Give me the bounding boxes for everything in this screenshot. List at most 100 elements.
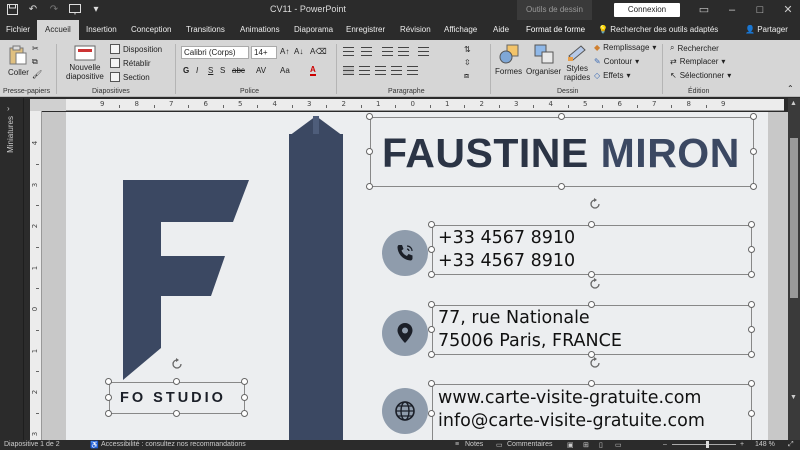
smartart-icon[interactable]: ⧈	[464, 71, 469, 81]
redo-icon[interactable]: ↷	[48, 3, 60, 15]
tab-shape-format[interactable]: Format de forme	[526, 20, 585, 40]
resize-handle[interactable]	[241, 394, 248, 401]
arrange-button[interactable]: Organiser	[526, 44, 561, 76]
normal-view-icon[interactable]: ▣	[567, 441, 574, 449]
font-name-combo[interactable]: Calibri (Corps)	[181, 46, 249, 59]
vertical-scrollbar[interactable]: ▲ ▼	[788, 98, 800, 440]
section-button[interactable]: Section	[110, 72, 150, 82]
tab-transitions[interactable]: Transitions	[186, 20, 225, 40]
accessibility-status[interactable]: Accessibilité : consultez nos recommanda…	[101, 441, 246, 448]
increase-font-icon[interactable]: A↑	[280, 47, 289, 56]
tower-shape[interactable]	[289, 134, 343, 440]
decrease-indent-icon[interactable]	[382, 47, 393, 56]
resize-handle[interactable]	[558, 113, 565, 120]
expand-pane-icon[interactable]: ›	[7, 104, 10, 113]
resize-handle[interactable]	[428, 301, 435, 308]
font-size-combo[interactable]: 14+	[251, 46, 277, 59]
resize-handle[interactable]	[588, 221, 595, 228]
line-spacing-icon[interactable]	[418, 47, 429, 56]
resize-handle[interactable]	[105, 378, 112, 385]
resize-handle[interactable]	[241, 410, 248, 417]
increase-indent-icon[interactable]	[398, 47, 409, 56]
bullets-icon[interactable]	[343, 47, 354, 56]
tab-view[interactable]: Affichage	[444, 20, 477, 40]
rotate-handle-icon[interactable]	[589, 357, 601, 369]
format-painter-icon[interactable]: 🖌	[32, 70, 42, 79]
tab-slideshow[interactable]: Diaporama	[294, 20, 333, 40]
collapse-ribbon-icon[interactable]: ⌃	[787, 84, 794, 93]
close-icon[interactable]: ✕	[774, 0, 800, 20]
resize-handle[interactable]	[428, 246, 435, 253]
strikethrough-button[interactable]: abc	[232, 66, 245, 75]
start-slideshow-icon[interactable]	[69, 3, 81, 15]
customize-toolbar-icon[interactable]: ▾	[90, 3, 102, 15]
resize-handle[interactable]	[428, 351, 435, 358]
justify-icon[interactable]	[391, 66, 402, 75]
tab-design[interactable]: Conception	[131, 20, 171, 40]
replace-button[interactable]: ⇄ Remplacer ▾	[670, 57, 725, 66]
resize-handle[interactable]	[173, 410, 180, 417]
tab-insert[interactable]: Insertion	[86, 20, 117, 40]
notes-button[interactable]: Notes	[465, 441, 483, 448]
resize-handle[interactable]	[428, 271, 435, 278]
underline-button[interactable]: S	[208, 66, 213, 75]
italic-button[interactable]: I	[196, 66, 198, 75]
bold-button[interactable]: G	[183, 66, 189, 75]
logo-f-shape[interactable]	[123, 180, 253, 380]
reading-view-icon[interactable]: ▯	[599, 441, 603, 449]
resize-handle[interactable]	[428, 380, 435, 387]
maximize-icon[interactable]: □	[746, 0, 774, 20]
resize-handle[interactable]	[428, 326, 435, 333]
select-button[interactable]: ↖ Sélectionner ▾	[670, 71, 731, 80]
zoom-slider[interactable]	[672, 441, 736, 448]
resize-handle[interactable]	[366, 113, 373, 120]
layout-button[interactable]: Disposition	[110, 44, 162, 54]
resize-handle[interactable]	[748, 271, 755, 278]
numbering-icon[interactable]	[361, 47, 372, 56]
tab-home[interactable]: Accueil	[37, 20, 79, 40]
resize-handle[interactable]	[428, 410, 435, 417]
align-center-icon[interactable]	[359, 66, 370, 75]
save-icon[interactable]	[6, 3, 18, 15]
resize-handle[interactable]	[588, 380, 595, 387]
slideshow-view-icon[interactable]: ▭	[615, 441, 622, 449]
resize-handle[interactable]	[428, 221, 435, 228]
zoom-in-icon[interactable]: +	[740, 441, 744, 448]
resize-handle[interactable]	[750, 148, 757, 155]
shape-effects-button[interactable]: ◇ Effets ▾	[594, 71, 630, 80]
find-button[interactable]: ⌕ Rechercher	[670, 43, 719, 53]
resize-handle[interactable]	[366, 148, 373, 155]
resize-handle[interactable]	[241, 378, 248, 385]
new-slide-button[interactable]: Nouvelle diapositive	[66, 45, 104, 81]
shadow-button[interactable]: S	[220, 66, 225, 75]
slide-sorter-icon[interactable]: ⊞	[583, 441, 589, 449]
slide[interactable]: FAUSTINE MIRON FO STUDIO +33 4567 8910 +…	[66, 112, 768, 440]
tab-help[interactable]: Aide	[493, 20, 509, 40]
tab-review[interactable]: Révision	[400, 20, 431, 40]
char-spacing-button[interactable]: AV	[256, 66, 266, 75]
horizontal-ruler[interactable]: 9 8 7 6 5 4 3 2 1 0 1 2 3 4 5 6 7 8 9	[66, 99, 784, 111]
zoom-slider-thumb[interactable]	[706, 441, 709, 448]
align-left-icon[interactable]	[343, 66, 354, 75]
scrollbar-thumb[interactable]	[790, 138, 798, 298]
minimize-icon[interactable]: –	[718, 0, 746, 20]
comments-button[interactable]: Commentaires	[507, 441, 553, 448]
thumbnails-pane[interactable]: › Miniatures	[0, 98, 24, 440]
resize-handle[interactable]	[748, 410, 755, 417]
quick-styles-button[interactable]: Styles rapides	[564, 44, 590, 82]
decrease-font-icon[interactable]: A↓	[294, 47, 303, 56]
vertical-ruler[interactable]: 4 3 2 1 0 1 2 3	[30, 111, 42, 440]
tab-animations[interactable]: Animations	[240, 20, 280, 40]
rotate-handle-icon[interactable]	[589, 198, 601, 210]
resize-handle[interactable]	[750, 183, 757, 190]
reset-button[interactable]: Rétablir	[110, 58, 151, 68]
resize-handle[interactable]	[105, 410, 112, 417]
resize-handle[interactable]	[748, 351, 755, 358]
paste-button[interactable]: Coller	[8, 45, 29, 77]
tell-me-search[interactable]: 💡 Rechercher des outils adaptés	[598, 20, 718, 40]
cut-icon[interactable]: ✂	[32, 44, 39, 53]
scroll-up-icon[interactable]: ▲	[790, 100, 797, 107]
align-text-icon[interactable]: ⇳	[464, 58, 471, 67]
resize-handle[interactable]	[748, 221, 755, 228]
columns-icon[interactable]	[407, 66, 418, 75]
